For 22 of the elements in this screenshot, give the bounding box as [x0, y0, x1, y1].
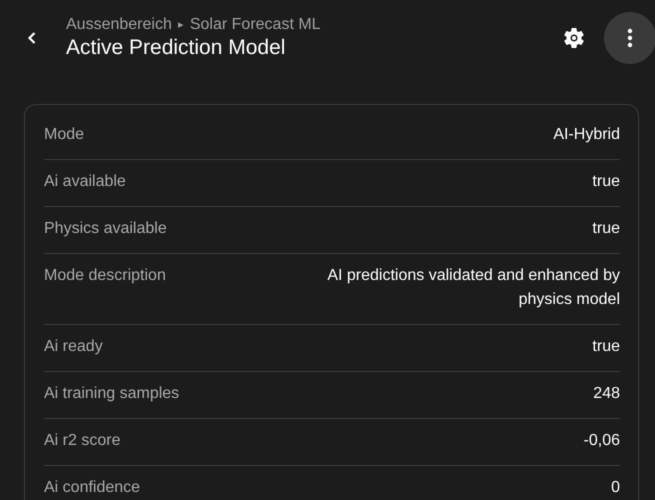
attribute-label: Mode description — [44, 266, 166, 286]
page-title: Active Prediction Model — [66, 36, 286, 60]
settings-icon — [562, 26, 586, 50]
attribute-label: Ai confidence — [44, 478, 140, 498]
attribute-value: AI predictions validated and enhanced by physics model — [326, 266, 620, 310]
attribute-label: Ai r2 score — [44, 431, 120, 451]
attribute-label: Ai available — [44, 172, 126, 192]
attribute-label: Physics available — [44, 219, 167, 239]
attribute-value: 0 — [611, 478, 620, 498]
attribute-value: true — [592, 172, 620, 192]
attribute-label: Mode — [44, 125, 84, 145]
breadcrumb-item[interactable]: Aussenbereich — [66, 16, 172, 34]
breadcrumb-item[interactable]: Solar Forecast ML — [190, 16, 321, 34]
more-icon — [627, 28, 633, 48]
attribute-value: 248 — [593, 384, 620, 404]
attribute-value: AI-Hybrid — [553, 125, 620, 145]
attribute-label: Ai ready — [44, 337, 103, 357]
attribute-value: true — [592, 219, 620, 239]
breadcrumb-separator: ▸ — [178, 18, 184, 31]
attribute-label: Ai training samples — [44, 384, 180, 404]
attribute-value: -0,06 — [584, 431, 620, 451]
attribute-value: true — [592, 337, 620, 357]
